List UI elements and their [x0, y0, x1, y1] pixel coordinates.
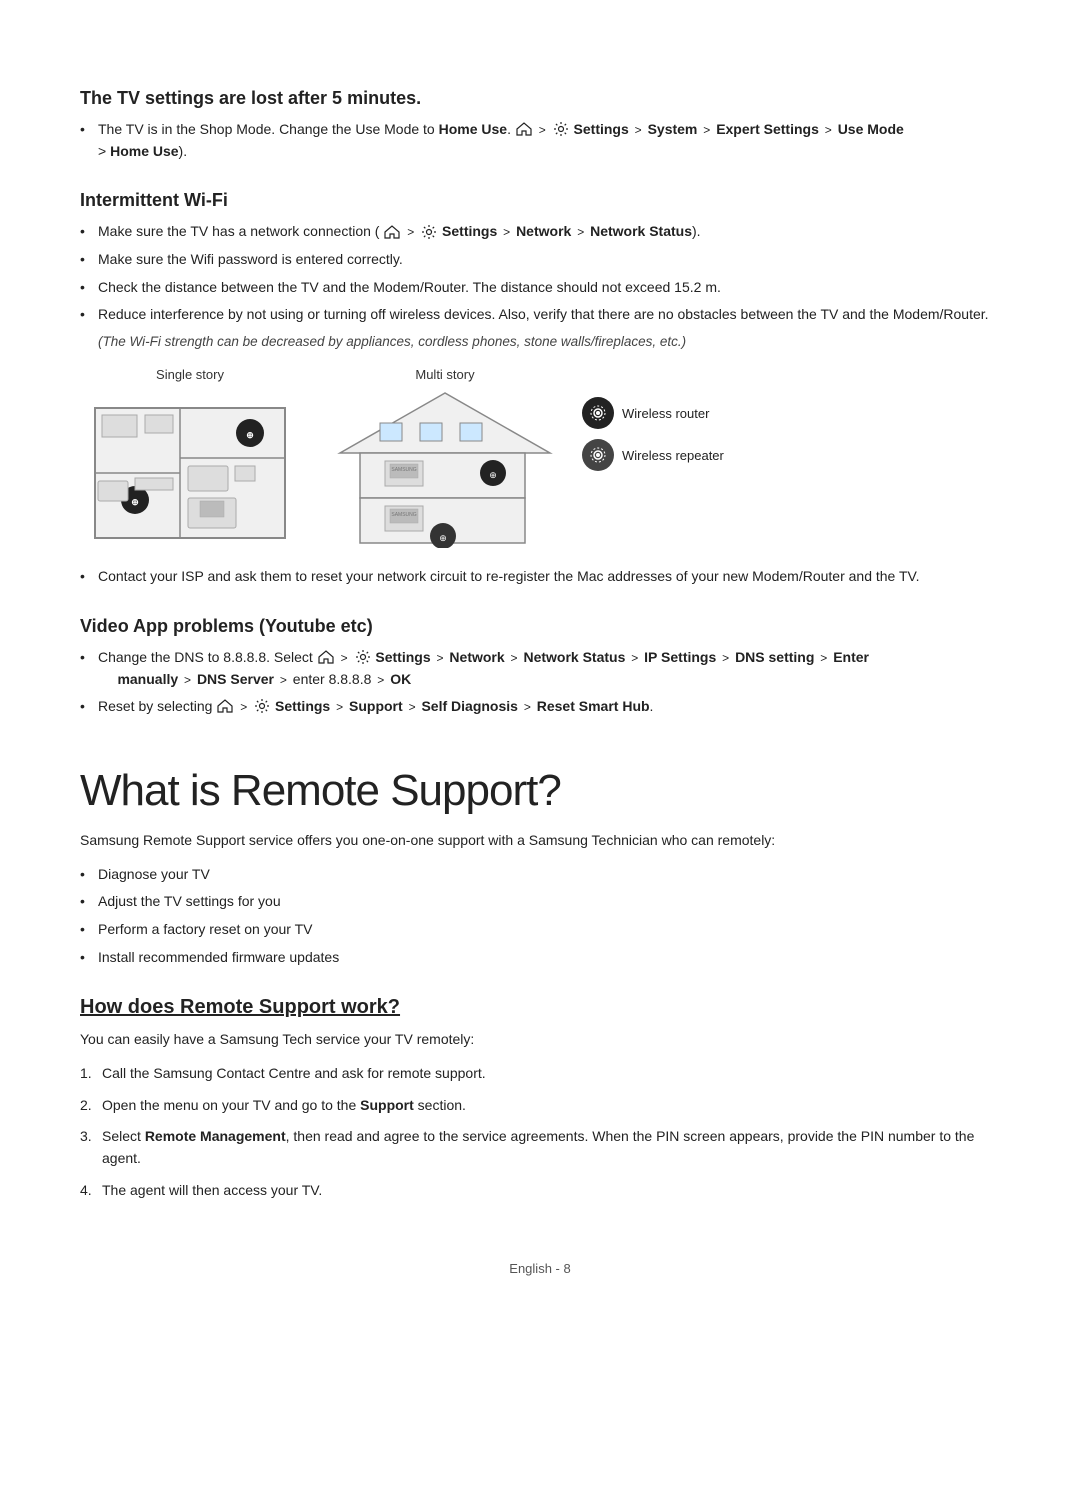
- remote-support-title: What is Remote Support?: [80, 766, 1000, 816]
- home-icon-2: [384, 225, 400, 239]
- home-icon-4: [217, 699, 233, 713]
- home-icon-3: [318, 650, 334, 664]
- wifi-bullet-2: Make sure the Wifi password is entered c…: [80, 249, 1000, 271]
- intermittent-wifi-title: Intermittent Wi-Fi: [80, 190, 1000, 211]
- isp-bullet: Contact your ISP and ask them to reset y…: [80, 566, 1000, 588]
- isp-bullet-list: Contact your ISP and ask them to reset y…: [80, 566, 1000, 588]
- how-does-intro: You can easily have a Samsung Tech servi…: [80, 1029, 1000, 1051]
- video-app-bullet-2: Reset by selecting > Settings > Support …: [80, 696, 1000, 718]
- how-does-title: How does Remote Support work?: [80, 996, 1000, 1019]
- svg-text:SAMSUNG: SAMSUNG: [391, 512, 416, 518]
- diagrams-section: Single story ⊕ ⊕: [80, 367, 1000, 548]
- diagram-legend: Wireless router Wireless repeater: [560, 397, 724, 471]
- step-4: The agent will then access your TV.: [80, 1180, 1000, 1202]
- multi-story-label: Multi story: [415, 367, 474, 382]
- multi-story-svg: SAMSUNG ⊕ SAMSUNG ⊕: [330, 388, 560, 548]
- tv-settings-bullet-1: The TV is in the Shop Mode. Change the U…: [80, 119, 1000, 162]
- svg-text:⊕: ⊕: [246, 430, 254, 440]
- wifi-bullet-1: Make sure the TV has a network connectio…: [80, 221, 1000, 243]
- router-icon: [582, 397, 614, 429]
- svg-text:⊕: ⊕: [489, 470, 497, 480]
- tv-settings-bullets: The TV is in the Shop Mode. Change the U…: [80, 119, 1000, 162]
- single-story-label: Single story: [156, 367, 224, 382]
- video-app-bullets: Change the DNS to 8.8.8.8. Select > Sett…: [80, 647, 1000, 718]
- remote-support-bullet-2: Adjust the TV settings for you: [80, 891, 1000, 913]
- single-story-svg: ⊕ ⊕: [80, 388, 300, 548]
- wifi-bullets: Make sure the TV has a network connectio…: [80, 221, 1000, 326]
- repeater-icon: [582, 439, 614, 471]
- footer-text: English - 8: [509, 1261, 570, 1276]
- page-footer: English - 8: [80, 1261, 1000, 1276]
- multi-story-diagram: Multi story SAMSUNG ⊕ SAMSUNG: [330, 367, 560, 548]
- step-3: Select Remote Management, then read and …: [80, 1126, 1000, 1169]
- step-1: Call the Samsung Contact Centre and ask …: [80, 1063, 1000, 1085]
- settings-icon-4: [254, 698, 270, 714]
- remote-support-bullet-4: Install recommended firmware updates: [80, 947, 1000, 969]
- remote-support-bullets: Diagnose your TV Adjust the TV settings …: [80, 864, 1000, 969]
- remote-support-bullet-3: Perform a factory reset on your TV: [80, 919, 1000, 941]
- legend-wireless-repeater: Wireless repeater: [582, 439, 724, 471]
- wireless-router-label: Wireless router: [622, 406, 709, 421]
- remote-support-intro: Samsung Remote Support service offers yo…: [80, 830, 1000, 852]
- svg-text:⊕: ⊕: [439, 533, 447, 543]
- video-app-bullet-1: Change the DNS to 8.8.8.8. Select > Sett…: [80, 647, 1000, 690]
- wifi-note: (The Wi-Fi strength can be decreased by …: [98, 334, 1000, 349]
- tv-settings-title: The TV settings are lost after 5 minutes…: [80, 88, 1000, 109]
- chevron: >: [539, 123, 546, 137]
- video-app-title: Video App problems (Youtube etc): [80, 616, 1000, 637]
- how-does-steps: Call the Samsung Contact Centre and ask …: [80, 1063, 1000, 1201]
- settings-icon: [553, 121, 569, 137]
- home-icon: [516, 122, 532, 136]
- wifi-bullet-3: Check the distance between the TV and th…: [80, 277, 1000, 299]
- wifi-bullet-4: Reduce interference by not using or turn…: [80, 304, 1000, 326]
- step-2: Open the menu on your TV and go to the S…: [80, 1095, 1000, 1117]
- settings-icon-3: [355, 649, 371, 665]
- svg-text:⊕: ⊕: [131, 497, 139, 507]
- remote-support-bullet-1: Diagnose your TV: [80, 864, 1000, 886]
- settings-icon-2: [421, 224, 437, 240]
- legend-wireless-router: Wireless router: [582, 397, 724, 429]
- svg-text:SAMSUNG: SAMSUNG: [391, 467, 416, 473]
- home-use-bold: Home Use: [439, 121, 507, 137]
- wireless-repeater-label: Wireless repeater: [622, 448, 724, 463]
- single-story-diagram: Single story ⊕ ⊕: [80, 367, 300, 548]
